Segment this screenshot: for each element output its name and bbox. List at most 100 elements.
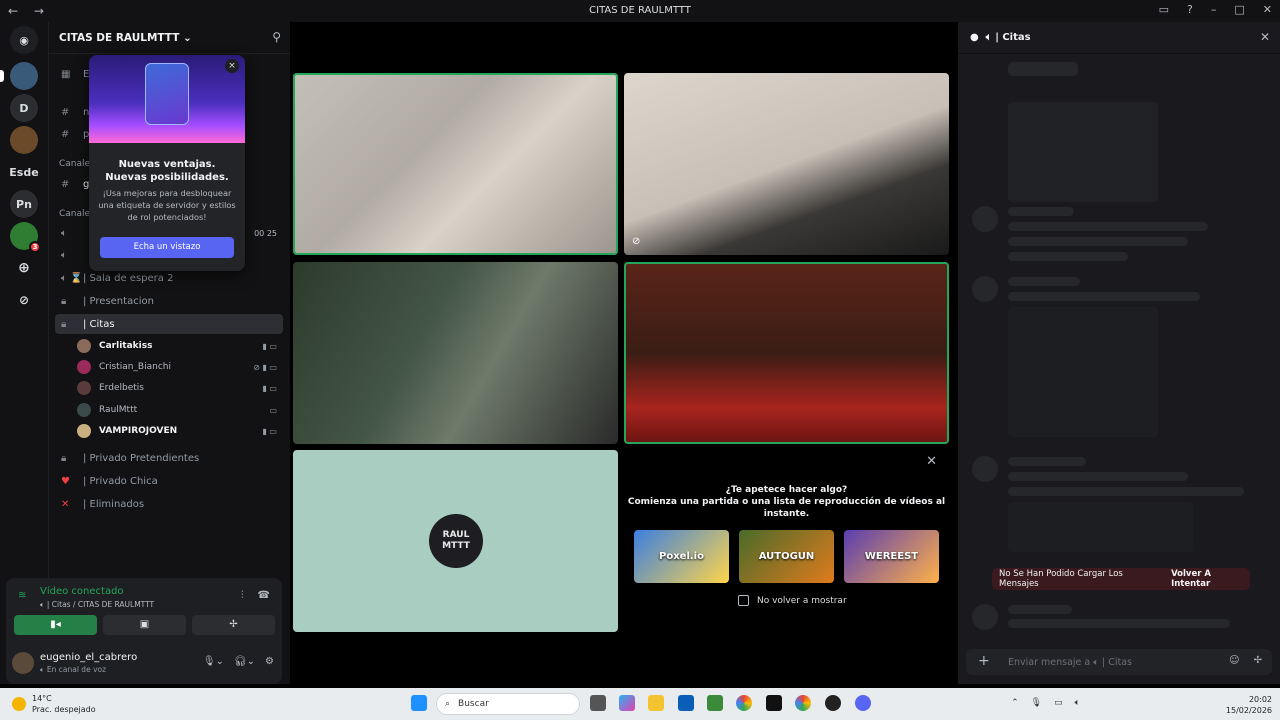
category-label[interactable]: Canale (59, 209, 90, 219)
video-tile[interactable]: ⊘ (624, 73, 949, 255)
voice-user[interactable]: Carlitakiss ▮ ▭ (77, 337, 283, 355)
chat-header: ● 🔈︎ | Citas ✕ (958, 22, 1280, 54)
task-view-icon[interactable] (590, 695, 606, 711)
speaker-icon: 🔈︎ (61, 227, 67, 239)
minimize-icon[interactable]: – (1211, 3, 1217, 16)
noise-suppression-icon[interactable]: ⫶ (241, 590, 244, 601)
activities-button[interactable]: ✢ (192, 615, 275, 635)
voice-user[interactable]: RaulMttt ▭ (77, 401, 283, 419)
discord-home-icon[interactable]: ◉ (10, 26, 38, 54)
channel-presentacion[interactable]: 🔒︎ | Presentacion (55, 291, 283, 311)
user-status-icons: ⊘ ▮ ▭ (253, 362, 277, 372)
microphone-icon[interactable]: 🎙︎ (1031, 698, 1042, 708)
user-status: 🔈︎ En canal de voz (40, 665, 107, 674)
xbox-icon[interactable] (707, 695, 723, 711)
channel-privado-chica[interactable]: ♥ | Privado Chica (55, 471, 283, 491)
loading-avatar (972, 604, 998, 630)
chrome-profile-icon[interactable] (795, 695, 811, 711)
windows-taskbar: 14°C Prac. despejado ⌕ Buscar ⌃ 🎙︎ ▭ 🔈︎ 20… (0, 688, 1280, 720)
volume-icon[interactable]: 🔈︎ (1075, 698, 1080, 708)
category-label[interactable]: Canale (59, 159, 90, 169)
close-icon[interactable]: ✕ (1263, 3, 1272, 16)
voice-user[interactable]: Cristian_Bianchi ⊘ ▮ ▭ (77, 358, 283, 376)
maximize-icon[interactable]: □ (1234, 3, 1244, 16)
voice-user[interactable]: VAMPIROJOVEN ▮ ▭ (77, 422, 283, 440)
loading-avatar (972, 276, 998, 302)
video-stage: ⊘ RAUL MTTT ✕ ¿Te apetece hacer algo? Co… (290, 22, 955, 684)
emoji-icon[interactable]: ☺ (1229, 655, 1239, 666)
game-card[interactable]: AUTOGUN (739, 530, 834, 583)
discord-taskbar-icon[interactable] (855, 695, 871, 711)
loading-placeholder (1008, 457, 1086, 466)
channel-privado-pretendientes[interactable]: 🔒︎ | Privado Pretendientes (55, 448, 283, 468)
server-icon-1[interactable] (0, 62, 38, 90)
server-card-illustration (145, 63, 189, 125)
avatar (77, 381, 91, 395)
hash-icon: # (61, 128, 70, 140)
windows-start-icon[interactable] (411, 695, 427, 711)
dont-show-again-checkbox[interactable]: No volver a mostrar (738, 595, 847, 606)
chrome-icon[interactable] (736, 695, 752, 711)
signal-icon[interactable]: ≋ (18, 590, 26, 601)
server-esde[interactable]: Esde (9, 158, 39, 186)
taskbar-search[interactable]: ⌕ Buscar (436, 693, 580, 715)
headphones-icon[interactable]: 🎧︎⌄ (234, 656, 255, 667)
popup-description: ¡Usa mejoras para desbloquear una etique… (98, 188, 236, 222)
discover-icon[interactable]: ⊘ (10, 286, 38, 314)
server-icon-green[interactable]: 3 (10, 222, 41, 253)
close-icon[interactable]: ✕ (926, 454, 937, 469)
muted-mic-icon: ⊘ (632, 236, 641, 247)
disconnect-icon[interactable]: ☎ (258, 590, 270, 601)
popup-title: Nuevas ventajas. Nuevas posibilidades. (105, 159, 229, 183)
server-header[interactable]: CITAS DE RAULMTTT ⌄ ⚲ (49, 22, 291, 54)
popup-cta-button[interactable]: Echa un vistazo (100, 237, 234, 258)
channel-sala-espera-2[interactable]: 🔈︎ ⌛ | Sala de espera 2 (55, 268, 283, 288)
copilot-icon[interactable] (619, 695, 635, 711)
system-clock[interactable]: 20:02 15/02/2026 (1226, 694, 1272, 716)
game-card[interactable]: Poxel.io (634, 530, 729, 583)
voice-location[interactable]: 🔈︎ | Citas / CITAS DE RAULMTTT (40, 600, 154, 610)
close-chat-icon[interactable]: ✕ (1260, 30, 1270, 44)
channel-citas[interactable]: 🔒︎ | Citas (55, 314, 283, 334)
settings-gear-icon[interactable]: ⚙ (265, 656, 274, 667)
username[interactable]: eugenio_el_cabrero (40, 652, 137, 663)
screen-share-button[interactable]: ▣ (103, 615, 186, 635)
video-tile-no-camera[interactable]: RAUL MTTT (293, 450, 618, 632)
avatar (77, 424, 91, 438)
chevron-up-icon[interactable]: ⌃ (1011, 698, 1019, 708)
file-explorer-icon[interactable] (648, 695, 664, 711)
invite-icon[interactable]: ⚲ (272, 30, 281, 44)
message-input[interactable]: + Enviar mensaje a 🔈︎ | Citas ☺ ✢ (966, 649, 1272, 675)
add-server-icon[interactable]: ⊕ (10, 254, 38, 282)
microphone-icon[interactable]: 🎙︎⌄ (203, 656, 224, 667)
voice-user[interactable]: Erdelbetis ▮ ▭ (77, 379, 283, 397)
store-icon[interactable] (678, 695, 694, 711)
app-icon[interactable] (825, 695, 841, 711)
display-icon[interactable]: ▭ (1054, 698, 1063, 708)
loading-placeholder (1008, 605, 1072, 614)
weather-widget[interactable]: 14°C Prac. despejado (12, 693, 96, 715)
game-card[interactable]: WEREEST (844, 530, 939, 583)
loading-placeholder (1008, 102, 1158, 202)
camera-button[interactable]: ▮◂ (14, 615, 97, 635)
activity-prompt: ¿Te apetece hacer algo? Comienza una par… (627, 485, 946, 519)
channel-eliminados[interactable]: ✕ | Eliminados (55, 494, 283, 514)
window-controls[interactable]: ▭ ? – □ ✕ (1159, 3, 1272, 16)
apps-icon[interactable]: ✢ (1254, 655, 1262, 666)
tiktok-icon[interactable] (766, 695, 782, 711)
server-icon-avatar[interactable] (10, 126, 38, 154)
system-tray: ⌃ 🎙︎ ▭ 🔈︎ (1011, 698, 1080, 708)
checkbox[interactable] (738, 595, 749, 606)
retry-button[interactable]: Volver A Intentar (1171, 569, 1250, 589)
attach-plus-icon[interactable]: + (978, 653, 990, 669)
avatar[interactable] (12, 652, 34, 674)
server-pn[interactable]: Pn (10, 190, 38, 218)
help-icon[interactable]: ? (1187, 3, 1193, 16)
server-d[interactable]: D (10, 94, 38, 122)
avatar (77, 339, 91, 353)
video-tile[interactable] (293, 262, 618, 444)
video-tile[interactable] (624, 262, 949, 444)
inbox-icon[interactable]: ▭ (1159, 3, 1169, 16)
video-tile[interactable] (293, 73, 618, 255)
popup-close-button[interactable]: × (225, 59, 239, 73)
